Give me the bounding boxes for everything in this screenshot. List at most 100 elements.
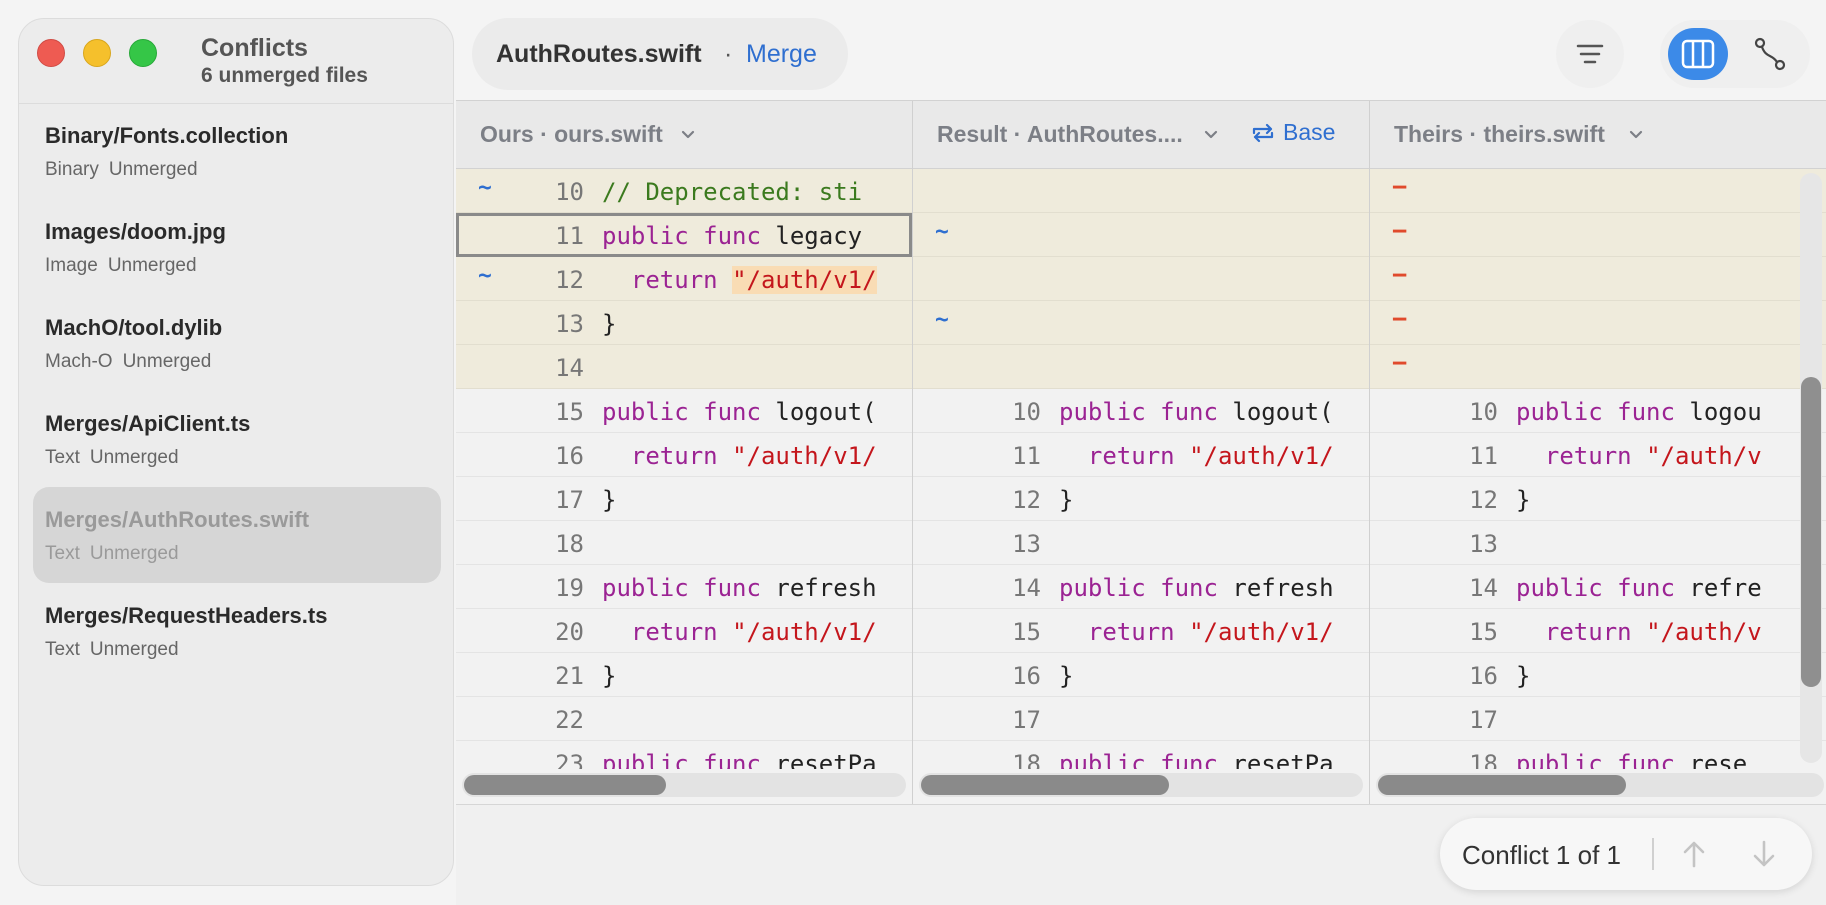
result-pane-header[interactable]: Result · AuthRoutes.... Base [913, 101, 1369, 169]
code-line[interactable]: 13} [456, 301, 912, 345]
change-marker: ~ [478, 175, 492, 201]
zoom-window-button[interactable] [129, 39, 157, 67]
code-line[interactable]: − [1370, 257, 1826, 301]
scrollbar-thumb[interactable] [1378, 775, 1626, 795]
minimize-window-button[interactable] [83, 39, 111, 67]
file-meta: Text Unmerged [45, 639, 179, 661]
scrollbar-thumb[interactable] [921, 775, 1169, 795]
arrow-up-icon[interactable] [1676, 836, 1712, 872]
file-item-fonts-collection[interactable]: Binary/Fonts.collection Binary Unmerged [33, 103, 441, 199]
code-line[interactable]: 21} [456, 653, 912, 697]
code-line[interactable]: 20 return "/auth/v1/ [456, 609, 912, 653]
code-line[interactable]: 11 public func legacy [456, 213, 912, 257]
code-line[interactable]: 16} [913, 653, 1369, 697]
code-line[interactable]: 16 return "/auth/v1/ [456, 433, 912, 477]
file-kind: Text [45, 543, 80, 564]
code-line[interactable]: 11 return "/auth/v1/ [913, 433, 1369, 477]
code-line[interactable]: 12} [1370, 477, 1826, 521]
code-line[interactable]: 18 public func resetPa [913, 741, 1369, 769]
filter-button[interactable] [1556, 20, 1624, 88]
theirs-code[interactable]: − − − − − 10 public func logou 11 return "/auth… [1370, 169, 1826, 769]
code-line[interactable]: 22 [456, 697, 912, 741]
current-file-name: AuthRoutes.swift [496, 40, 702, 68]
code-line[interactable] [913, 169, 1369, 213]
vertical-scrollbar[interactable] [1800, 173, 1822, 763]
file-item-apiclient-ts[interactable]: Merges/ApiClient.ts Text Unmerged [33, 391, 441, 487]
line-number: 11 [1012, 442, 1041, 470]
code-line[interactable]: 14 [456, 345, 912, 389]
change-marker: ~ [935, 307, 949, 333]
code-text: } [1516, 486, 1531, 514]
result-code[interactable]: ~ ~10 public func logout(11 return "/auth/… [913, 169, 1369, 769]
code-line[interactable]: − [1370, 169, 1826, 213]
line-number: 12 [1469, 486, 1498, 514]
file-title-pill: AuthRoutes.swift · Merge [472, 18, 848, 90]
code-line[interactable]: 13 [913, 521, 1369, 565]
code-line[interactable]: 14 public func refresh [913, 565, 1369, 609]
code-text: return "/auth/v1/ [630, 442, 877, 470]
sidebar-header: Conflicts 6 unmerged files [19, 19, 453, 104]
code-text: public func rese [1516, 750, 1748, 769]
file-kind: Image [45, 255, 98, 276]
line-number: 16 [1012, 662, 1041, 690]
ours-horizontal-scrollbar[interactable] [462, 773, 906, 797]
line-number: 18 [1469, 750, 1498, 769]
graph-view-button[interactable] [1740, 28, 1800, 80]
code-line[interactable]: 23 public func resetPa [456, 741, 912, 769]
result-horizontal-scrollbar[interactable] [919, 773, 1363, 797]
code-line[interactable]: 18 public func rese [1370, 741, 1826, 769]
code-line[interactable]: ~10 // Deprecated: sti [456, 169, 912, 213]
line-number: 18 [1012, 750, 1041, 769]
file-item-requestheaders-ts[interactable]: Merges/RequestHeaders.ts Text Unmerged [33, 583, 441, 679]
code-line[interactable]: 15 public func logout( [456, 389, 912, 433]
code-line[interactable]: 17 [913, 697, 1369, 741]
line-number: 14 [555, 354, 584, 382]
code-line[interactable] [913, 345, 1369, 389]
code-line[interactable]: 10 public func logou [1370, 389, 1826, 433]
code-line[interactable]: 12} [913, 477, 1369, 521]
three-column-view-button[interactable] [1668, 28, 1728, 80]
code-line[interactable]: 16} [1370, 653, 1826, 697]
code-line[interactable]: 11 return "/auth/v [1370, 433, 1826, 477]
merge-mode-label[interactable]: Merge [746, 40, 817, 69]
code-line[interactable]: 15 return "/auth/v [1370, 609, 1826, 653]
theirs-horizontal-scrollbar[interactable] [1376, 773, 1824, 797]
line-number: 12 [1012, 486, 1041, 514]
file-name: MachO/tool.dylib [45, 315, 223, 340]
ours-code[interactable]: ~10 // Deprecated: sti 11 public func legac… [456, 169, 912, 769]
arrow-down-icon[interactable] [1746, 836, 1782, 872]
code-text: return "/auth/v [1544, 442, 1762, 470]
code-text: } [602, 486, 617, 514]
code-line[interactable]: 17 [1370, 697, 1826, 741]
file-name: Binary/Fonts.collection [45, 123, 289, 148]
code-line[interactable]: 19 public func refresh [456, 565, 912, 609]
code-line[interactable]: ~ [913, 213, 1369, 257]
code-text: public func logout( [602, 398, 877, 426]
file-item-tool-dylib[interactable]: MachO/tool.dylib Mach-O Unmerged [33, 295, 441, 391]
line-number: 20 [555, 618, 584, 646]
code-line[interactable]: ~ [913, 301, 1369, 345]
code-line[interactable]: 18 [456, 521, 912, 565]
vertical-scrollbar-thumb[interactable] [1801, 377, 1821, 687]
code-line[interactable]: 15 return "/auth/v1/ [913, 609, 1369, 653]
theirs-pane-header[interactable]: Theirs · theirs.swift [1370, 101, 1826, 169]
code-line[interactable]: − [1370, 213, 1826, 257]
scrollbar-thumb[interactable] [464, 775, 666, 795]
code-line[interactable]: − [1370, 345, 1826, 389]
code-text: return "/auth/v1/ [1087, 442, 1334, 470]
code-text: public func refre [1516, 574, 1762, 602]
file-item-authroutes-swift[interactable]: Merges/AuthRoutes.swift Text Unmerged [33, 487, 441, 583]
ours-pane-header[interactable]: Ours · ours.swift [456, 101, 912, 169]
code-line[interactable]: ~12 return "/auth/v1/ [456, 257, 912, 301]
file-item-doom-jpg[interactable]: Images/doom.jpg Image Unmerged [33, 199, 441, 295]
base-toggle-button[interactable]: Base [1249, 119, 1335, 146]
close-window-button[interactable] [37, 39, 65, 67]
code-line[interactable]: 17} [456, 477, 912, 521]
code-text: } [602, 310, 617, 338]
code-line[interactable]: 13 [1370, 521, 1826, 565]
code-line[interactable]: 10 public func logout( [913, 389, 1369, 433]
code-line[interactable]: 14 public func refre [1370, 565, 1826, 609]
code-line[interactable] [913, 257, 1369, 301]
code-line[interactable]: − [1370, 301, 1826, 345]
line-number: 17 [555, 486, 584, 514]
